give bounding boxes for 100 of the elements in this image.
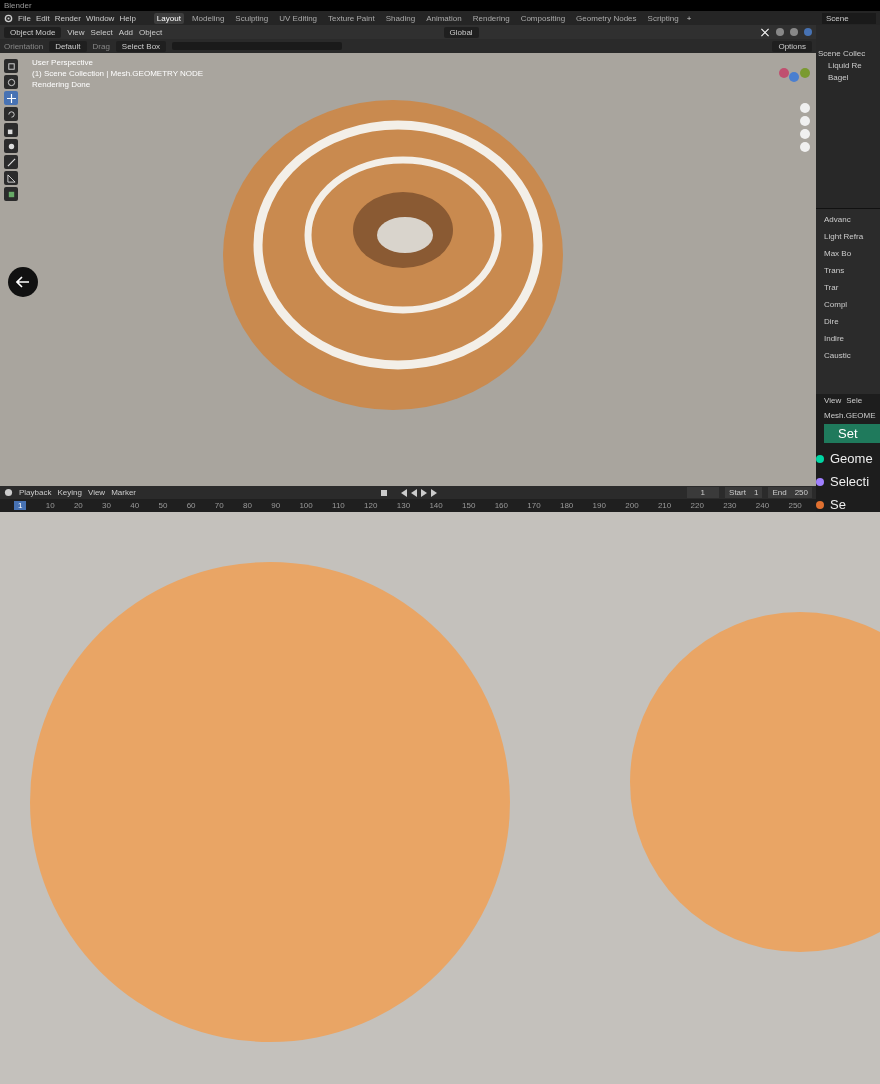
property-row[interactable]: Advanc xyxy=(824,215,880,225)
left-arrow-icon xyxy=(16,276,30,288)
orientation-label: Orientation xyxy=(4,41,44,51)
frame-number: 70 xyxy=(214,501,224,510)
menu-item[interactable]: Select xyxy=(90,27,113,37)
current-frame-field[interactable]: 1 xyxy=(686,487,720,498)
workspace-tab[interactable]: Compositing xyxy=(517,12,569,24)
property-row[interactable]: Trar xyxy=(824,283,880,293)
socket-dot[interactable] xyxy=(816,500,824,509)
shading-solid-icon[interactable] xyxy=(776,28,784,36)
frame-number: 30 xyxy=(102,501,111,510)
frame-number: 220 xyxy=(690,501,704,510)
object-breadcrumb: Mesh.GEOME xyxy=(823,411,877,420)
property-row[interactable]: Max Bo xyxy=(824,249,880,259)
menu-item[interactable]: Sele xyxy=(846,396,863,405)
frame-number: 60 xyxy=(186,501,196,510)
socket-dot[interactable] xyxy=(816,477,824,486)
frame-number: 50 xyxy=(158,501,168,510)
frame-number: 210 xyxy=(657,501,672,510)
workspace-tab[interactable]: UV Editing xyxy=(276,12,321,24)
socket-label: Geome xyxy=(830,451,873,466)
rotate-tool-button[interactable] xyxy=(4,107,18,121)
shading-rendered-icon[interactable] xyxy=(804,28,812,36)
frame-number: 100 xyxy=(299,501,313,510)
transform-tool-button[interactable] xyxy=(4,139,18,153)
frame-number: 170 xyxy=(527,501,541,510)
clock-icon[interactable] xyxy=(4,488,13,497)
mode-dropdown[interactable]: Object Mode xyxy=(4,26,62,38)
workspace-tab[interactable]: Scripting xyxy=(644,12,682,24)
menu-item[interactable]: File xyxy=(18,13,31,23)
workspace-tab[interactable]: Shading xyxy=(382,12,419,24)
window-title: Blender xyxy=(4,1,32,10)
workspace-tab[interactable]: Rendering xyxy=(469,12,513,24)
annotate-tool-button[interactable] xyxy=(4,155,18,169)
frame-number: 160 xyxy=(494,501,509,510)
socket-label: Selecti xyxy=(830,474,870,489)
menu-item[interactable]: Add xyxy=(118,27,134,37)
transform-orientation-dropdown[interactable]: Global xyxy=(443,26,479,38)
menu-item[interactable]: View xyxy=(67,27,85,37)
blender-logo-icon[interactable] xyxy=(4,13,13,23)
shading-material-icon[interactable] xyxy=(790,28,798,36)
options-dropdown[interactable]: Options xyxy=(772,40,812,52)
scale-tool-button[interactable] xyxy=(4,123,18,137)
frame-number: 190 xyxy=(592,501,606,510)
measure-tool-icon xyxy=(6,173,16,183)
menu-item[interactable]: Help xyxy=(119,13,136,23)
workspace-tab[interactable]: Texture Paint xyxy=(325,12,378,24)
frame-number: 150 xyxy=(462,501,476,510)
gizmo-toggle-icon[interactable] xyxy=(760,27,770,37)
workspace-tab[interactable]: Modeling xyxy=(188,12,228,24)
orientation-dropdown[interactable]: Default xyxy=(49,40,87,52)
end-frame-field[interactable]: End 250 xyxy=(768,487,812,498)
menu-item[interactable]: Render xyxy=(54,13,81,23)
frame-number: 130 xyxy=(396,501,411,510)
menu-item[interactable]: Playback xyxy=(19,488,52,497)
frame-number: 110 xyxy=(332,501,345,510)
select-tool-button[interactable] xyxy=(4,59,18,73)
property-row[interactable]: Trans xyxy=(824,266,880,276)
menu-item[interactable]: Object xyxy=(139,27,163,37)
menu-item[interactable]: Keying xyxy=(57,488,82,497)
start-frame-field[interactable]: Start 1 xyxy=(725,487,763,498)
menu-item[interactable]: Edit xyxy=(35,13,50,23)
measure-tool-button[interactable] xyxy=(4,171,18,185)
menu-item[interactable]: View xyxy=(824,396,842,405)
rotate-tool-icon xyxy=(6,109,16,119)
node-header[interactable]: Set xyxy=(824,424,880,443)
frame-number: 1 xyxy=(14,501,27,510)
move-tool-button[interactable] xyxy=(4,91,18,105)
cursor-tool-icon xyxy=(6,77,16,87)
cursor-tool-button[interactable] xyxy=(4,75,18,89)
property-row[interactable]: Compl xyxy=(824,300,880,310)
outliner-item[interactable]: Scene Collec xyxy=(818,49,878,58)
add-tool-button[interactable] xyxy=(4,187,18,201)
viewport-info-text: Rendering Done xyxy=(32,80,92,89)
workspace-tab[interactable]: Animation xyxy=(423,12,465,24)
outliner-item[interactable]: Bagel xyxy=(818,73,878,82)
move-tool-icon xyxy=(6,93,16,103)
menu-item[interactable]: View xyxy=(87,488,106,497)
outliner-item[interactable]: Liquid Re xyxy=(818,61,878,70)
property-row[interactable]: Dire xyxy=(824,317,880,327)
drag-label: Drag xyxy=(92,41,110,51)
back-button[interactable] xyxy=(8,267,38,297)
transform-tool-icon xyxy=(6,141,16,151)
frame-number: 250 xyxy=(788,501,802,510)
property-row[interactable]: Caustic xyxy=(824,351,880,361)
drag-dropdown[interactable]: Select Box xyxy=(115,40,167,52)
workspace-tab[interactable]: Geometry Nodes xyxy=(573,12,640,24)
add-workspace-tab[interactable]: + xyxy=(686,13,692,23)
menu-item[interactable]: Marker xyxy=(111,488,137,497)
frame-number: 80 xyxy=(243,501,252,510)
property-row[interactable]: Indire xyxy=(824,334,880,344)
socket-dot[interactable] xyxy=(816,454,824,463)
socket-label: Se xyxy=(830,497,846,512)
frame-number: 180 xyxy=(559,501,574,510)
workspace-tab[interactable]: Sculpting xyxy=(232,12,272,24)
workspace-tab[interactable]: Layout xyxy=(153,12,184,24)
menu-item[interactable]: Window xyxy=(85,13,115,23)
property-row[interactable]: Light Refra xyxy=(824,232,880,242)
scene-selector[interactable]: Scene xyxy=(822,12,876,24)
frame-number: 40 xyxy=(130,501,140,510)
